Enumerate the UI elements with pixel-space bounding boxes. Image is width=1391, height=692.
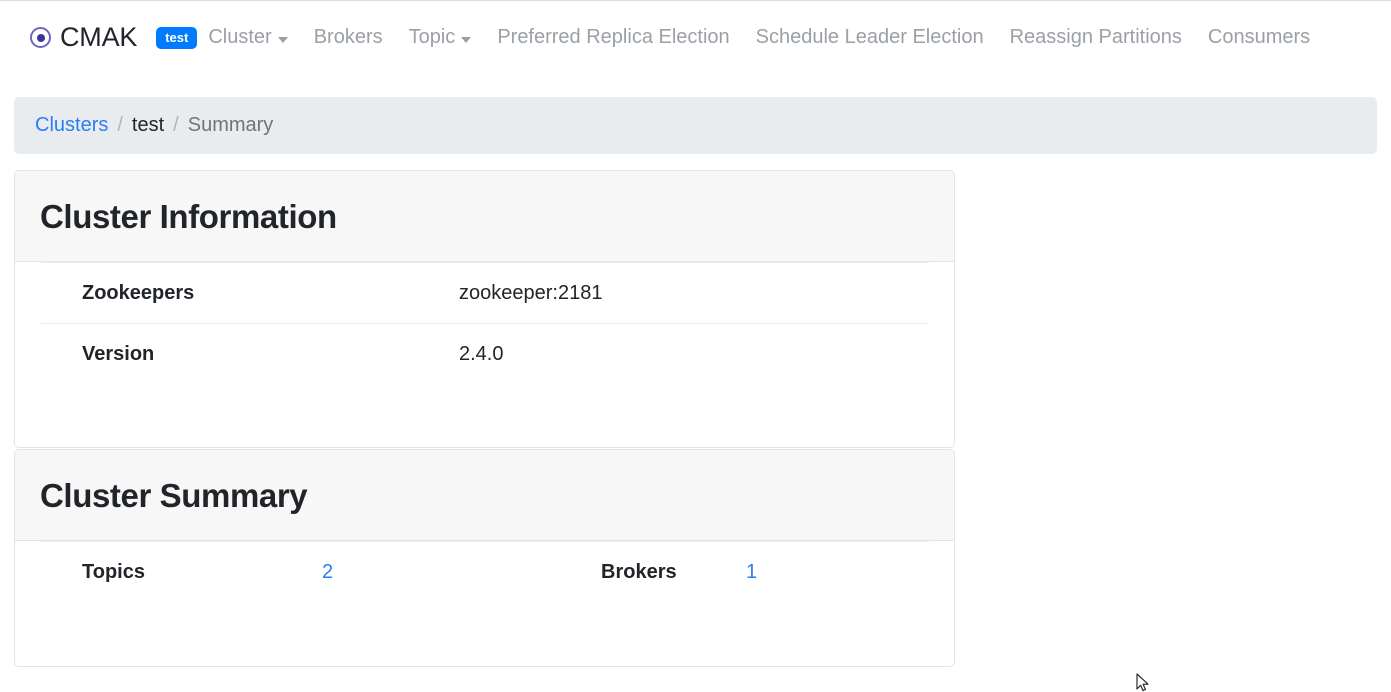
mouse-cursor: [1136, 673, 1149, 692]
app-page: CMAK test Cluster Brokers Topic Preferre…: [0, 0, 1391, 692]
brand-name: CMAK: [60, 22, 138, 52]
nav-item-label: Schedule Leader Election: [755, 26, 984, 48]
nav-item-consumers[interactable]: Consumers: [1199, 26, 1327, 49]
nav-item-schedule-leader-election[interactable]: Schedule Leader Election: [747, 26, 1001, 49]
topics-value-cell: 2: [322, 541, 451, 603]
row-label: Version: [41, 323, 459, 385]
nav-item-label: Cluster: [208, 26, 272, 48]
cluster-summary-body: Topics 2 Brokers 1: [15, 541, 954, 603]
brokers-count-link[interactable]: 1: [746, 561, 757, 583]
nav-item-label: Brokers: [313, 26, 383, 48]
breadcrumb-separator: /: [173, 114, 179, 136]
cluster-summary-card: Cluster Summary Topics 2 Brokers 1: [14, 449, 955, 667]
brokers-label: Brokers: [451, 541, 746, 603]
row-gutter: [15, 263, 41, 324]
page-title: Cluster Information: [40, 197, 337, 235]
table-row: Zookeepers zookeeper:2181: [15, 262, 954, 324]
cluster-badge[interactable]: test: [156, 26, 198, 49]
cluster-information-header: Cluster Information: [15, 171, 954, 262]
row-label: Zookeepers: [41, 262, 459, 324]
chevron-down-icon: [461, 36, 472, 43]
chevron-down-icon: [277, 36, 288, 43]
table-row: Version 2.4.0: [15, 323, 954, 385]
cluster-information-table: Zookeepers zookeeper:2181 Version 2.4.0: [15, 262, 954, 385]
nav-item-cluster[interactable]: Cluster: [208, 26, 304, 49]
breadcrumb-item-summary: Summary: [187, 114, 274, 136]
nav-item-topic[interactable]: Topic: [400, 26, 489, 49]
target-circle-icon: [30, 27, 51, 48]
table-row: Topics 2 Brokers 1: [15, 541, 954, 603]
nav-item-reassign-partitions[interactable]: Reassign Partitions: [1001, 26, 1199, 49]
row-gutter: [929, 542, 954, 603]
breadcrumb-item-cluster-name[interactable]: test: [132, 114, 164, 137]
nav-item-label: Topic: [408, 26, 456, 48]
cluster-information-card: Cluster Information Zookeepers zookeeper…: [14, 170, 955, 448]
row-gutter: [15, 542, 41, 603]
breadcrumb-separator: /: [117, 114, 123, 136]
cluster-summary-header: Cluster Summary: [15, 450, 954, 541]
brand-link[interactable]: CMAK: [30, 24, 137, 51]
nav-links: Cluster Brokers Topic Preferred Replica …: [208, 26, 1327, 49]
page-title: Cluster Summary: [40, 476, 308, 514]
top-navbar: CMAK test Cluster Brokers Topic Preferre…: [0, 1, 1391, 74]
nav-item-label: Preferred Replica Election: [497, 26, 730, 48]
nav-item-label: Reassign Partitions: [1009, 26, 1182, 48]
nav-item-label: Consumers: [1207, 26, 1311, 48]
cluster-information-body: Zookeepers zookeeper:2181 Version 2.4.0: [15, 262, 954, 385]
brokers-value-cell: 1: [746, 541, 929, 603]
topics-count-link[interactable]: 2: [322, 561, 333, 583]
nav-item-brokers[interactable]: Brokers: [305, 26, 400, 49]
row-gutter: [929, 324, 954, 385]
row-value: 2.4.0: [459, 323, 929, 385]
breadcrumb: Clusters / test / Summary: [14, 97, 1377, 154]
row-gutter: [15, 324, 41, 385]
row-gutter: [929, 263, 954, 324]
topics-label: Topics: [41, 541, 322, 603]
row-value: zookeeper:2181: [459, 262, 929, 324]
nav-item-preferred-replica-election[interactable]: Preferred Replica Election: [488, 26, 746, 49]
breadcrumb-item-clusters[interactable]: Clusters: [35, 114, 108, 137]
cluster-summary-table: Topics 2 Brokers 1: [15, 541, 954, 603]
